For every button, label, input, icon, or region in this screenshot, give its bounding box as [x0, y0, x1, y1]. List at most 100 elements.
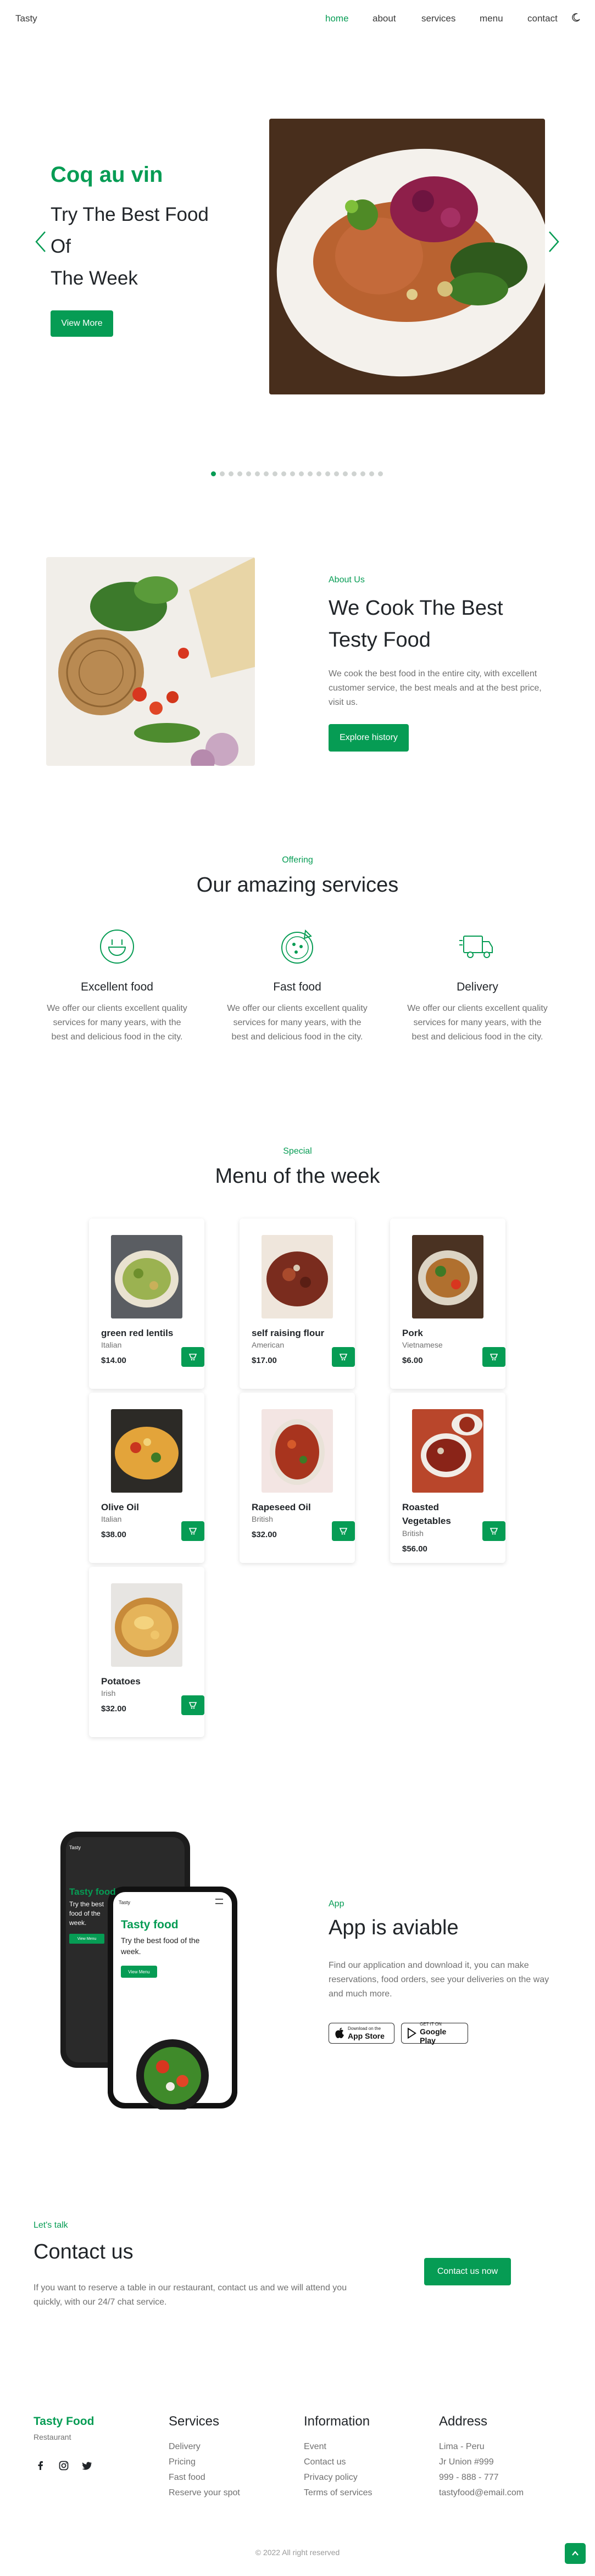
google-play-badge[interactable]: GET IT ON Google Play: [401, 2022, 468, 2045]
carousel-dot[interactable]: [352, 471, 357, 476]
dish-price: $14.00: [101, 1356, 126, 1365]
carousel-dot[interactable]: [325, 471, 330, 476]
address-street: Jr Union #999: [439, 2457, 494, 2467]
instagram-icon[interactable]: [58, 2460, 69, 2471]
add-to-cart-button[interactable]: [181, 1347, 204, 1367]
footer-link-privacy[interactable]: Privacy policy: [304, 2470, 372, 2485]
dish-origin: Italian: [101, 1515, 122, 1523]
nav-menu[interactable]: menu: [480, 13, 503, 24]
app-store-label: App Store: [348, 2032, 385, 2040]
contact-description: If you want to reserve a table in our re…: [34, 2283, 347, 2307]
copyright-text: © 2022 All right reserved: [255, 2548, 340, 2557]
footer-link-reserve[interactable]: Reserve your spot: [169, 2485, 240, 2501]
carousel-dot[interactable]: [281, 471, 286, 476]
carousel-dot[interactable]: [316, 471, 321, 476]
app-subtitle: App: [329, 1899, 344, 1909]
carousel-prev-icon[interactable]: [34, 230, 47, 254]
service-name: Excellent food: [81, 981, 153, 993]
dish-image: [262, 1409, 333, 1493]
carousel-dot[interactable]: [229, 471, 233, 476]
scroll-top-button[interactable]: [565, 2543, 586, 2564]
carousel-dot[interactable]: [360, 471, 365, 476]
add-to-cart-button[interactable]: [181, 1521, 204, 1541]
back-phone-button: View Menu: [69, 1934, 104, 1944]
cart-icon: [490, 1354, 498, 1361]
cart-icon: [188, 1354, 197, 1361]
carousel-dot[interactable]: [290, 471, 295, 476]
nav-services[interactable]: services: [421, 13, 455, 24]
twitter-icon[interactable]: [81, 2460, 92, 2471]
footer-brand[interactable]: Tasty Food: [34, 2415, 94, 2428]
dish-name: Pork: [402, 1328, 423, 1338]
menu-card[interactable]: Roasted Vegetables British $56.00: [390, 1393, 505, 1563]
footer-link-contact[interactable]: Contact us: [304, 2455, 372, 2470]
app-description: Find our application and download it, yo…: [329, 1961, 549, 1999]
add-to-cart-button[interactable]: [482, 1347, 505, 1367]
carousel-dot[interactable]: [308, 471, 313, 476]
pizza-icon: [281, 929, 313, 964]
back-phone-logo: Tasty: [69, 1845, 81, 1850]
nav-contact[interactable]: contact: [527, 13, 558, 24]
carousel-dot[interactable]: [299, 471, 304, 476]
address-email: tastyfood@email.com: [439, 2488, 524, 2497]
food-bowl-icon: [100, 930, 134, 964]
dish-origin: British: [252, 1515, 273, 1523]
carousel-dot[interactable]: [237, 471, 242, 476]
dish-name: Potatoes: [101, 1676, 141, 1687]
add-to-cart-button[interactable]: [332, 1347, 355, 1367]
carousel-dot[interactable]: [273, 471, 277, 476]
menu-card[interactable]: self raising flour American $17.00: [240, 1219, 355, 1389]
moon-icon[interactable]: [570, 12, 581, 23]
dish-origin: Italian: [101, 1340, 122, 1349]
add-to-cart-button[interactable]: [332, 1521, 355, 1541]
hero-title: Try The Best Food Of The Week: [51, 199, 270, 294]
carousel-next-icon[interactable]: [547, 230, 560, 254]
carousel-dot[interactable]: [211, 471, 216, 476]
add-to-cart-button[interactable]: [181, 1695, 204, 1715]
footer-link-event[interactable]: Event: [304, 2439, 372, 2455]
dish-origin: Vietnamese: [402, 1340, 443, 1349]
menu-card[interactable]: Rapeseed Oil British $32.00: [240, 1393, 355, 1563]
footer-link-fast-food[interactable]: Fast food: [169, 2470, 240, 2485]
menu-card[interactable]: Potatoes Irish $32.00: [89, 1567, 204, 1737]
carousel-dot[interactable]: [378, 471, 383, 476]
nav-home[interactable]: home: [325, 13, 349, 24]
site-logo[interactable]: Tasty: [15, 13, 37, 24]
view-more-button[interactable]: View More: [51, 310, 113, 337]
add-to-cart-button[interactable]: [482, 1521, 505, 1541]
app-store-badge[interactable]: Download on the App Store: [329, 2023, 394, 2044]
explore-history-button[interactable]: Explore history: [329, 724, 409, 752]
footer-link-terms[interactable]: Terms of services: [304, 2485, 372, 2501]
facebook-icon[interactable]: [35, 2460, 46, 2471]
dish-name: Rapeseed Oil: [252, 1502, 311, 1512]
phone-menu-icon: [215, 1899, 223, 1904]
carousel-dot[interactable]: [220, 471, 225, 476]
dish-image: [111, 1235, 182, 1318]
carousel-dot[interactable]: [264, 471, 269, 476]
menu-card[interactable]: Pork Vietnamese $6.00: [390, 1219, 505, 1389]
service-name: Fast food: [273, 981, 321, 993]
app-store-small-text: Download on the: [348, 2026, 381, 2031]
delivery-truck-icon: [459, 936, 493, 958]
carousel-dot[interactable]: [246, 471, 251, 476]
chevron-up-icon: [572, 2551, 579, 2556]
footer-link-delivery[interactable]: Delivery: [169, 2439, 240, 2455]
menu-subtitle: Special: [283, 1147, 312, 1156]
menu-card[interactable]: green red lentils Italian $14.00: [89, 1219, 204, 1389]
google-play-label: Google Play: [420, 2027, 447, 2045]
footer-link-pricing[interactable]: Pricing: [169, 2455, 240, 2470]
dish-price: $56.00: [402, 1544, 427, 1554]
menu-card[interactable]: Olive Oil Italian $38.00: [89, 1393, 204, 1563]
about-subtitle: About Us: [329, 575, 365, 585]
carousel-dot[interactable]: [343, 471, 348, 476]
nav-about[interactable]: about: [372, 13, 396, 24]
dish-name: Roasted Vegetables: [402, 1502, 451, 1526]
contact-us-now-button[interactable]: Contact us now: [424, 2258, 511, 2285]
carousel-dot[interactable]: [334, 471, 339, 476]
service-description: We offer our clients excellent quality s…: [407, 1004, 548, 1042]
menu-title: Menu of the week: [215, 1165, 380, 1188]
about-title: We Cook The Best Testy Food: [329, 592, 559, 656]
dish-price: $38.00: [101, 1530, 126, 1539]
carousel-dot[interactable]: [255, 471, 260, 476]
carousel-dot[interactable]: [369, 471, 374, 476]
